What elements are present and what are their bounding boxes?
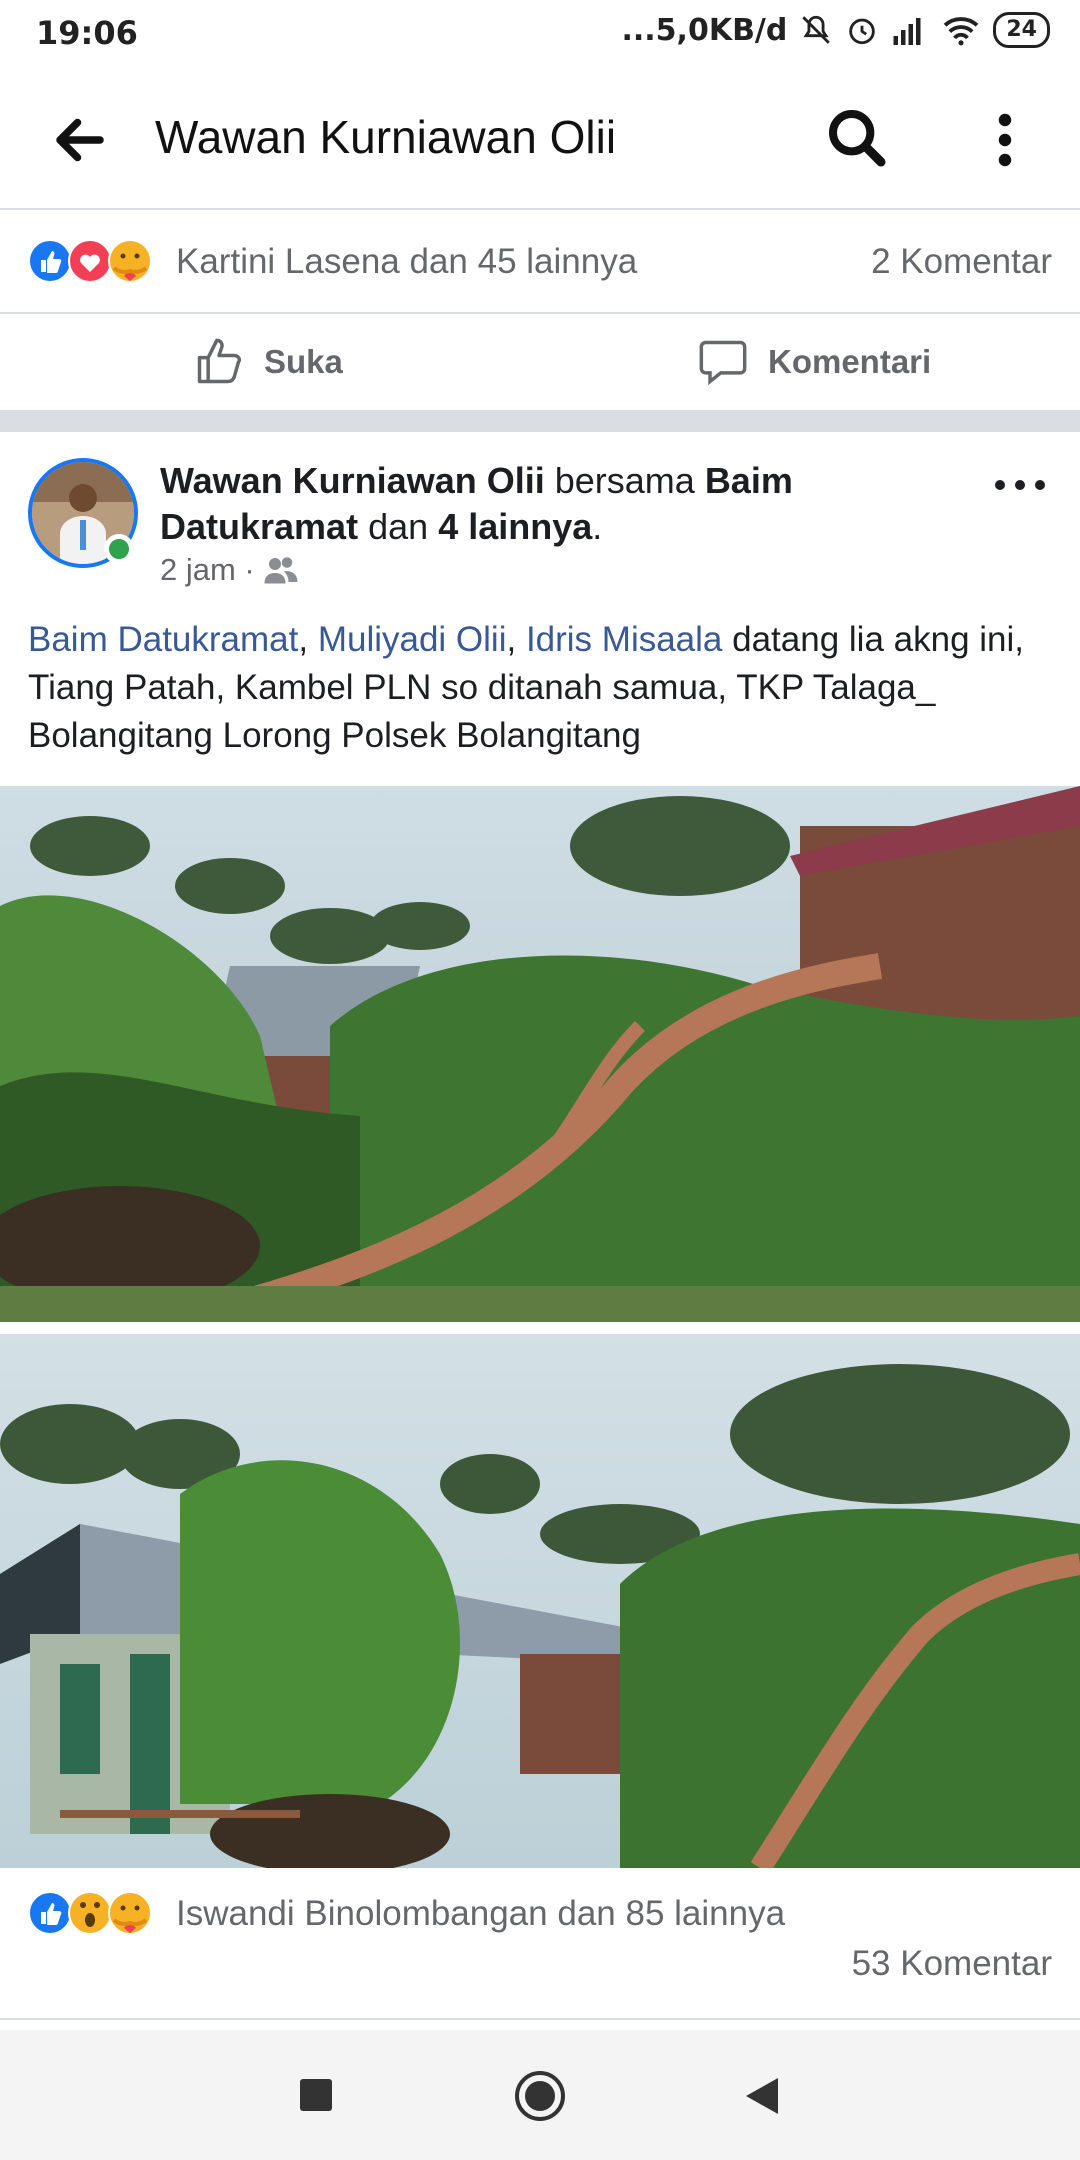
author-name[interactable]: Wawan Kurniawan Olii [160,460,545,501]
status-bar: 19:06 ...5,0KB/d 24 [0,0,1080,70]
like-reaction-icon [28,239,72,283]
wifi-icon [944,17,979,46]
reaction-icons [28,1891,152,1935]
status-time: 19:06 [36,14,138,52]
wow-reaction-icon [68,1891,112,1935]
recents-icon[interactable] [298,2077,334,2113]
damaged-house-photo [0,1334,1080,1868]
post-reactions[interactable]: Iswandi Binolombangan dan 85 lainnya 53 … [0,1868,1080,2020]
tagged-others[interactable]: 4 lainnya [438,506,592,547]
comment-count[interactable]: 53 Komentar [852,1944,1052,1984]
comment-count[interactable]: 2 Komentar [871,242,1052,282]
and-word: dan [368,506,429,547]
with-word: bersama [554,460,695,501]
battery-indicator: 24 [993,12,1050,48]
period: . [592,506,603,547]
friends-audience-icon [264,557,298,584]
net-speed: ...5,0KB/d [621,12,788,48]
prev-post-actions: Suka Komentari [0,312,1080,412]
alarm-icon [849,18,876,45]
mention-link[interactable]: Idris Misaala [526,620,722,659]
feed-divider [0,410,1080,432]
prev-post-reactions[interactable]: Kartini Lasena dan 45 lainnya 2 Komentar [0,208,1080,314]
status-icons: ...5,0KB/d 24 [621,12,1050,48]
page-title: Wawan Kurniawan Olii [155,111,617,163]
post-header: Wawan Kurniawan Olii bersama Baim Datukr… [160,458,980,550]
reactors-summary[interactable]: Iswandi Binolombangan dan 85 lainnya [176,1894,785,1934]
back-nav-icon[interactable] [744,2076,780,2116]
search-icon[interactable] [825,106,889,170]
home-icon[interactable] [514,2070,566,2122]
comment-bubble-icon [699,340,747,386]
more-vert-icon[interactable] [980,110,1030,170]
reaction-icons [28,239,152,283]
fallen-tree-photo [0,786,1080,1322]
care-reaction-icon [108,1891,152,1935]
like-label: Suka [264,343,343,380]
post-photo[interactable] [0,1334,1080,1868]
comment-button[interactable]: Komentari [696,336,931,388]
signal-icon [893,18,921,45]
thumbs-up-icon [197,338,242,384]
like-reaction-icon [28,1891,72,1935]
mute-icon [802,15,831,44]
app-bar: Wawan Kurniawan Olii [0,70,1080,210]
post-time[interactable]: 2 jam · [160,552,255,588]
online-indicator [104,534,134,564]
more-horiz-icon[interactable] [990,470,1050,500]
post-photo[interactable] [0,786,1080,1322]
post-meta: 2 jam · [160,552,299,588]
love-reaction-icon [68,239,112,283]
mention-link[interactable]: Baim Datukramat [28,620,298,659]
comment-label: Komentari [768,343,932,380]
post-text: Baim Datukramat, Muliyadi Olii, Idris Mi… [28,620,1025,755]
care-reaction-icon [108,239,152,283]
mention-link[interactable]: Muliyadi Olii [318,620,507,659]
back-arrow-icon[interactable] [50,110,110,170]
system-nav-bar [0,2030,1080,2160]
like-button[interactable]: Suka [192,336,343,388]
reactors-summary[interactable]: Kartini Lasena dan 45 lainnya [176,242,637,282]
